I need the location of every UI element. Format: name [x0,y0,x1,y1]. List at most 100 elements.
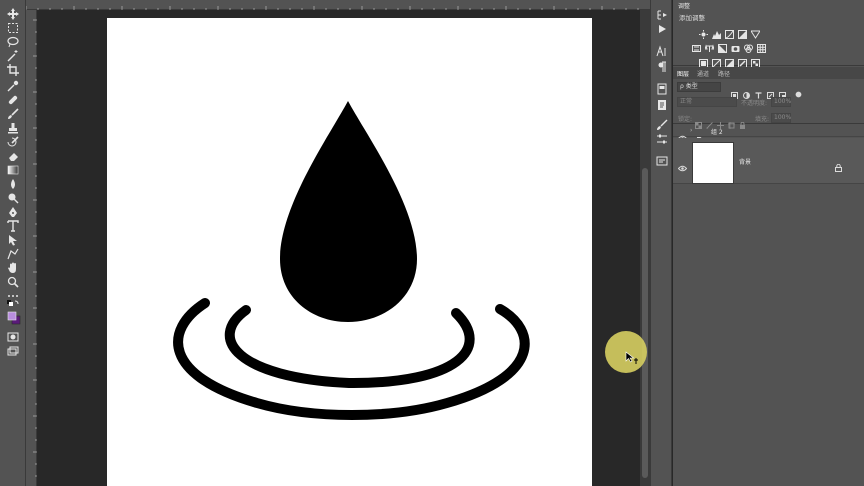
type-filter-icon[interactable] [755,84,762,99]
brush-settings-icon[interactable] [656,116,668,130]
collapsed-panel-strip [650,0,672,486]
eraser-tool-icon[interactable] [7,150,19,162]
black-white-icon[interactable] [718,38,727,53]
lasso-tool-icon[interactable] [7,36,19,48]
vertical-ruler [26,10,37,486]
play-actions-icon[interactable] [656,20,668,33]
brightness-icon[interactable] [699,24,708,39]
layer-comps-icon[interactable] [656,152,668,166]
shape-filter-icon[interactable] [767,84,774,99]
opacity-input[interactable]: 100% [771,97,791,107]
blend-row: 正常 不透明度: 100% [673,95,864,109]
opacity-label: 不透明度: [741,100,768,107]
move-tool-icon[interactable] [7,8,19,20]
layer-name: 背景 [739,159,752,166]
document-panel-icon[interactable] [656,96,668,110]
photo-filter-icon[interactable] [731,38,740,52]
crop-tool-icon[interactable] [7,64,19,76]
healing-brush-tool-icon[interactable] [7,94,19,106]
lock-image-icon[interactable] [706,114,713,129]
lock-icon [835,157,842,172]
layer-row-group[interactable]: › 组 2 [673,125,864,143]
vertical-scrollbar[interactable] [640,10,650,486]
visibility-eye-icon[interactable] [677,127,688,142]
exposure-icon[interactable] [738,24,747,39]
document-canvas[interactable] [107,18,592,486]
fill-input[interactable]: 100% [771,113,791,123]
tab-layers[interactable]: 图层 [677,69,689,78]
shape-tool-icon[interactable] [7,248,19,260]
threshold-icon[interactable] [725,53,734,68]
layer-filter-dropdown[interactable]: ρ 类型 [677,82,721,92]
paragraph-panel-icon[interactable] [656,58,668,72]
brush-tool-icon[interactable] [7,108,19,120]
levels-icon[interactable] [712,24,721,39]
layers-panel-tabs: 图层 通道 路径 [673,67,864,79]
history-panel-icon[interactable] [656,6,668,20]
zoom-tool-icon[interactable] [7,276,19,288]
hue-icon[interactable] [692,38,701,52]
character-panel-icon[interactable] [656,42,668,57]
properties-panel-icon[interactable] [656,130,668,144]
fill-label: 填充: [755,116,770,123]
screen-mode-icon[interactable] [7,346,19,358]
curves-icon[interactable] [725,24,734,39]
layers-panel: 图层 通道 路径 ρ 类型 正常 不透明度: 100% 锁定: 填充: 100%… [673,67,864,486]
tab-paths[interactable]: 路径 [718,69,730,78]
vibrance-icon[interactable] [750,24,761,39]
libraries-panel-icon[interactable] [656,80,668,95]
color-balance-icon[interactable] [704,38,715,52]
eyedropper-tool-icon[interactable] [7,80,19,92]
water-drop-artwork [173,101,530,420]
folder-icon [697,128,706,143]
blur-tool-icon[interactable] [7,178,19,190]
clone-stamp-tool-icon[interactable] [7,122,19,134]
blend-mode-dropdown[interactable]: 正常 [677,97,737,107]
add-adjustment-label: 添加调整 [679,14,705,22]
gradient-tool-icon[interactable] [7,164,19,176]
posterize-icon[interactable] [712,53,721,68]
visibility-eye-icon[interactable] [677,157,688,172]
tab-channels[interactable]: 通道 [697,69,709,78]
photoshop-window: 调整 添加调整 图层 通道 路径 ρ 类型 正常 不透明度: 100% 锁定: … [0,0,864,486]
expand-chevron-icon[interactable]: › [690,127,692,134]
layer-thumbnail[interactable] [692,142,734,184]
smart-object-filter-icon[interactable] [779,84,786,99]
lock-row: 锁定: 填充: 100% [673,110,864,129]
layer-filter-row: ρ 类型 [673,80,864,99]
pen-tool-icon[interactable] [7,206,19,218]
channel-mixer-icon[interactable] [744,38,753,53]
water-drop-shape [280,101,417,322]
canvas-area[interactable] [37,10,640,486]
adjustment-filter-icon[interactable] [743,84,750,99]
lock-label: 锁定: [678,116,693,123]
path-selection-tool-icon[interactable] [7,234,19,246]
marquee-tool-icon[interactable] [7,22,19,34]
adjustments-panel-title[interactable]: 调整 [678,1,690,10]
adjustments-panel: 调整 添加调整 [673,0,864,68]
mouse-cursor-icon [625,350,639,364]
invert-icon[interactable] [699,53,708,68]
lock-transparent-icon[interactable] [695,114,702,129]
dodge-tool-icon[interactable] [7,192,19,204]
quick-mask-icon[interactable] [7,331,19,343]
lock-all-icon[interactable] [739,114,746,129]
horizontal-ruler [26,0,650,10]
magic-wand-tool-icon[interactable] [7,50,19,62]
layer-name: 组 2 [711,129,723,136]
history-brush-tool-icon[interactable] [7,136,19,148]
foreground-background-colors[interactable] [7,311,21,325]
tools-toolbar [0,0,26,486]
hand-tool-icon[interactable] [7,262,19,274]
lock-position-icon[interactable] [717,114,724,129]
color-lookup-icon[interactable] [757,38,766,53]
layer-row-background[interactable]: 背景 [673,138,864,184]
selective-color-icon[interactable] [751,53,760,68]
type-tool-icon[interactable] [7,220,19,232]
gradient-map-icon[interactable] [738,53,747,68]
lock-artboard-icon[interactable] [728,114,735,129]
pixel-filter-icon[interactable] [731,84,738,99]
scrollbar-thumb[interactable] [642,168,648,478]
right-panels: 调整 添加调整 图层 通道 路径 ρ 类型 正常 不透明度: 100% 锁定: … [673,0,864,486]
filter-toggle-icon[interactable] [795,83,802,98]
